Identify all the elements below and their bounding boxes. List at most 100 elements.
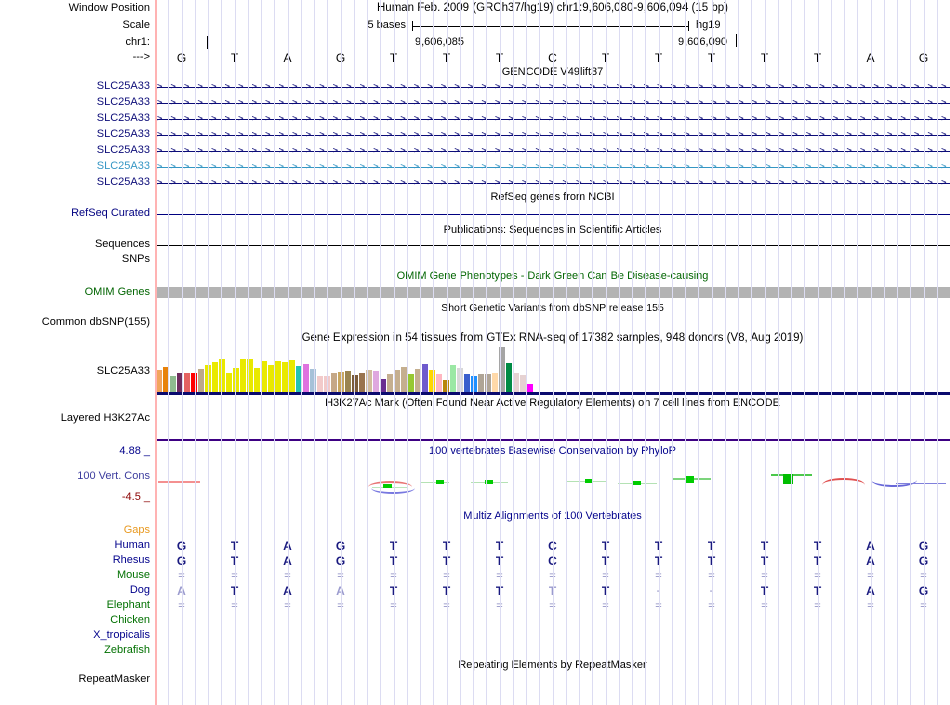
gtex-tissue-bar [317, 376, 323, 392]
gridline [605, 0, 607, 705]
gridline [552, 0, 554, 705]
gencode-gene-label[interactable]: SLC25A33 [0, 128, 150, 141]
gridline [367, 0, 368, 705]
phylop-segment [421, 482, 449, 483]
sequences-label[interactable]: Sequences [0, 238, 150, 251]
gencode-gene-label[interactable]: SLC25A33 [0, 112, 150, 125]
phylop-segment [685, 476, 694, 483]
gridline [274, 0, 276, 705]
gtex-tissue-bar [359, 373, 365, 392]
multiz-species-label[interactable]: Rhesus [0, 554, 150, 567]
gridline [539, 0, 541, 705]
gridline [261, 0, 262, 705]
multiz-species-label[interactable]: Dog [0, 584, 150, 597]
phylop-segment [436, 480, 444, 484]
gridline [512, 0, 514, 705]
gencode-gene-label[interactable]: SLC25A33 [0, 144, 150, 157]
gtex-tissue-bar [268, 365, 274, 392]
gtex-tissue-bar [387, 374, 393, 392]
gtex-tissue-bar [184, 373, 190, 392]
refseq-curated-label[interactable]: RefSeq Curated [0, 207, 150, 220]
gridline [247, 0, 249, 705]
gtex-tissue-bar [212, 362, 218, 392]
gridline [181, 0, 183, 705]
ruler-position-1: 9,606,085 [415, 36, 464, 48]
gridline [817, 0, 819, 705]
multiz-species-label[interactable]: X_tropicalis [0, 629, 150, 642]
gridline [711, 0, 713, 705]
repeatmasker-label[interactable]: RepeatMasker [0, 673, 150, 686]
gridline [910, 0, 912, 705]
dbsnp-label[interactable]: Common dbSNP(155) [0, 316, 150, 329]
gridline [857, 0, 859, 705]
gtex-tissue-bar [464, 374, 470, 392]
gridline [420, 0, 421, 705]
gridline [618, 0, 620, 705]
conservation-label[interactable]: 100 Vert. Cons [0, 470, 150, 483]
phylop-segment [896, 483, 946, 484]
multiz-species-label[interactable]: Mouse [0, 569, 150, 582]
gridline [446, 0, 448, 705]
genome-browser-image: Human Feb. 2009 (GRCh37/hg19) chr1:9,606… [0, 0, 950, 705]
multiz-species-label[interactable]: Human [0, 539, 150, 552]
gencode-gene-label[interactable]: SLC25A33 [0, 160, 150, 173]
gridline [327, 0, 329, 705]
omim-genes-label[interactable]: OMIM Genes [0, 286, 150, 299]
gridline [393, 0, 395, 705]
gridline [579, 0, 580, 705]
gridline [791, 0, 792, 705]
multiz-species-label[interactable]: Chicken [0, 614, 150, 627]
gridline [592, 0, 594, 705]
gridline [936, 0, 938, 705]
gtex-tissue-bar [345, 371, 351, 392]
window-left-edge-guide [155, 0, 157, 705]
h3k27ac-label[interactable]: Layered H3K27Ac [0, 412, 150, 425]
gtex-tissue-bar [240, 359, 246, 392]
gtex-tissue-bar [513, 373, 519, 392]
gridline [658, 0, 660, 705]
gridline [565, 0, 567, 705]
gtex-tissue-bar [275, 361, 281, 392]
gencode-gene-label[interactable]: SLC25A33 [0, 96, 150, 109]
gridline [923, 0, 925, 705]
gridline [194, 0, 196, 705]
gencode-gene-label[interactable]: SLC25A33 [0, 80, 150, 93]
gridline [499, 0, 501, 705]
gtex-tissue-bar [226, 373, 232, 392]
scale-bar [412, 26, 689, 27]
gridline [340, 0, 342, 705]
gridline [314, 0, 315, 705]
conservation-max-value: 4.88 _ [119, 445, 150, 457]
scale-assembly: hg19 [696, 19, 721, 31]
multiz-species-label[interactable]: Gaps [0, 524, 150, 537]
gtex-gene-label[interactable]: SLC25A33 [0, 365, 150, 378]
gtex-tissue-bar [506, 363, 512, 392]
gridline [287, 0, 289, 705]
gridline [526, 0, 527, 705]
gridline [698, 0, 700, 705]
gridline [632, 0, 633, 705]
phylop-segment [633, 481, 641, 485]
gridline [685, 0, 686, 705]
gtex-tissue-bar [408, 374, 414, 392]
gencode-gene-label[interactable]: SLC25A33 [0, 176, 150, 189]
gridline [830, 0, 832, 705]
multiz-species-label[interactable]: Zebrafish [0, 644, 150, 657]
gtex-tissue-bar [198, 369, 204, 392]
gridline [804, 0, 806, 705]
gridline [870, 0, 872, 705]
gridline [645, 0, 647, 705]
gtex-tissue-bar [478, 374, 484, 392]
scale-bar-left-tick [412, 21, 413, 31]
gridline [168, 0, 170, 705]
gtex-tissue-bar [436, 374, 442, 392]
gtex-tissue-bar [254, 368, 260, 392]
scale-label: Scale [122, 19, 150, 31]
multiz-species-label[interactable]: Elephant [0, 599, 150, 612]
gtex-tissue-bar [394, 370, 400, 392]
gtex-tissue-bar [303, 364, 309, 392]
snps-label[interactable]: SNPs [0, 253, 150, 266]
gridline [751, 0, 753, 705]
gridline [380, 0, 382, 705]
gridline [208, 0, 209, 705]
